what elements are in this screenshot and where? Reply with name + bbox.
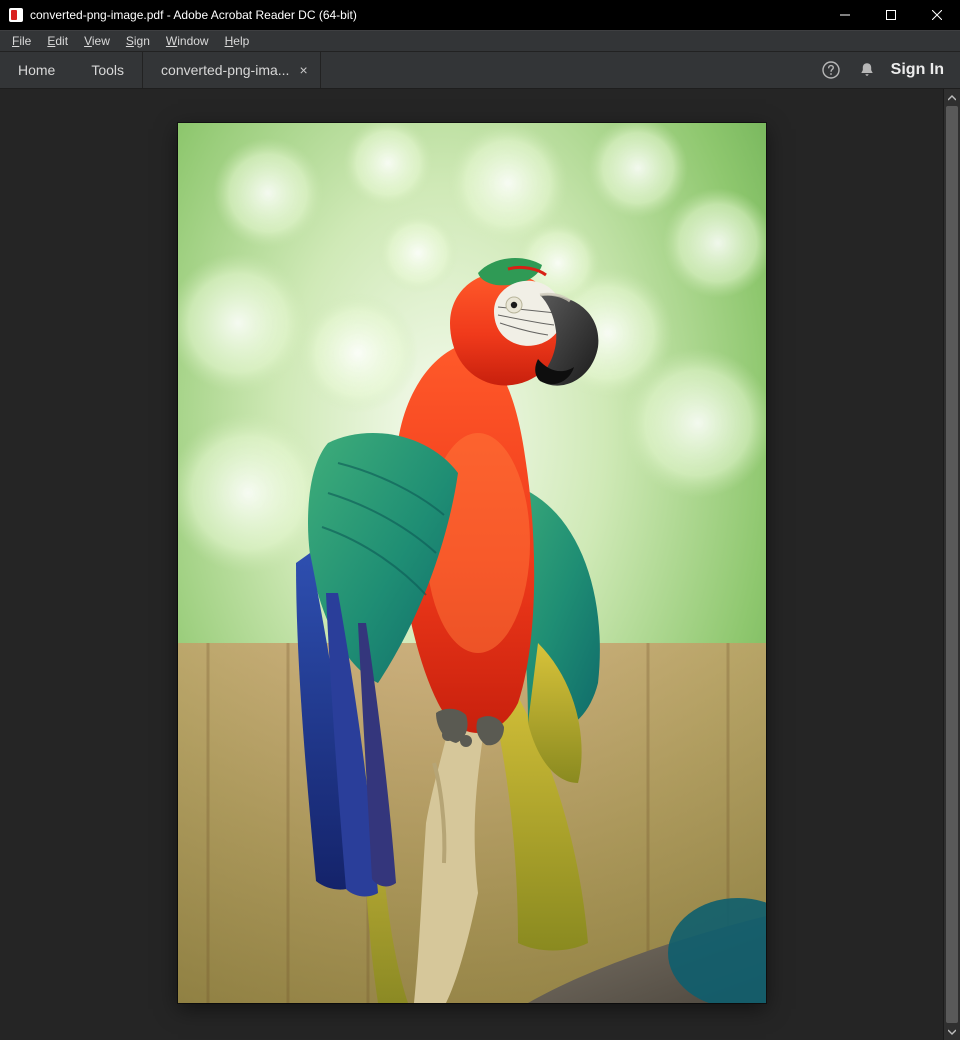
app-icon [8,7,24,23]
scroll-track[interactable] [944,106,960,1023]
help-icon [822,61,840,79]
scroll-down-button[interactable] [944,1023,960,1040]
document-tab-label: converted-png-ima... [161,62,289,78]
scroll-up-button[interactable] [944,89,960,106]
window-controls [822,0,960,30]
menu-view[interactable]: View [76,32,118,50]
page-image [178,123,766,1003]
chevron-up-icon [948,94,956,102]
title-bar: converted-png-image.pdf - Adobe Acrobat … [0,0,960,30]
maximize-icon [886,10,896,20]
tab-bar-right: Sign In [819,52,960,88]
tab-bar: Home Tools converted-png-ima... × Sign I… [0,52,960,89]
document-tab[interactable]: converted-png-ima... × [142,52,321,88]
minimize-icon [840,10,850,20]
sign-in-button[interactable]: Sign In [891,61,944,79]
tab-tools[interactable]: Tools [73,52,142,88]
tab-close-icon[interactable]: × [299,62,307,78]
help-button[interactable] [819,58,843,82]
minimize-button[interactable] [822,0,868,30]
document-canvas[interactable] [0,89,943,1040]
notifications-button[interactable] [855,58,879,82]
close-button[interactable] [914,0,960,30]
tab-home[interactable]: Home [0,52,73,88]
menu-file[interactable]: File [4,32,39,50]
scroll-thumb[interactable] [946,106,958,1023]
vertical-scrollbar[interactable] [943,89,960,1040]
menu-sign[interactable]: Sign [118,32,158,50]
menu-edit[interactable]: Edit [39,32,76,50]
menu-bar: File Edit View Sign Window Help [0,30,960,52]
app-window: converted-png-image.pdf - Adobe Acrobat … [0,0,960,1040]
bell-icon [858,61,876,79]
pdf-page [178,123,766,1003]
close-icon [932,10,942,20]
maximize-button[interactable] [868,0,914,30]
menu-window[interactable]: Window [158,32,217,50]
document-area [0,89,960,1040]
menu-help[interactable]: Help [217,32,258,50]
window-title: converted-png-image.pdf - Adobe Acrobat … [30,8,357,22]
chevron-down-icon [948,1028,956,1036]
